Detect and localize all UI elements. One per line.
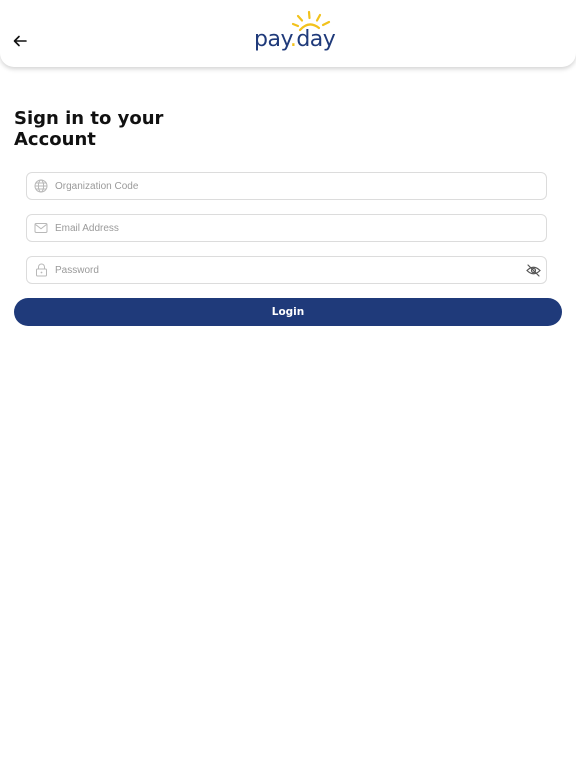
mail-icon bbox=[27, 215, 55, 241]
arrow-left-icon bbox=[13, 35, 27, 47]
organization-code-input[interactable] bbox=[55, 174, 546, 198]
globe-icon bbox=[27, 173, 55, 199]
password-visibility-toggle[interactable] bbox=[520, 257, 546, 283]
back-button[interactable] bbox=[9, 30, 31, 52]
email-input[interactable] bbox=[55, 216, 546, 240]
logo-text: pay.day bbox=[254, 27, 336, 52]
page-title: Sign in to your Account bbox=[14, 108, 164, 150]
app-header: pay.day bbox=[0, 0, 576, 67]
password-field[interactable] bbox=[26, 256, 547, 284]
login-button[interactable]: Login bbox=[14, 298, 562, 326]
email-field[interactable] bbox=[26, 214, 547, 242]
logo-text-pay: pay bbox=[254, 27, 290, 52]
payday-logo: pay.day bbox=[254, 10, 336, 54]
lock-icon bbox=[27, 257, 55, 283]
eye-off-icon bbox=[525, 263, 541, 277]
logo-text-day: day bbox=[296, 27, 336, 52]
organization-code-field[interactable] bbox=[26, 172, 547, 200]
password-input[interactable] bbox=[55, 258, 520, 282]
